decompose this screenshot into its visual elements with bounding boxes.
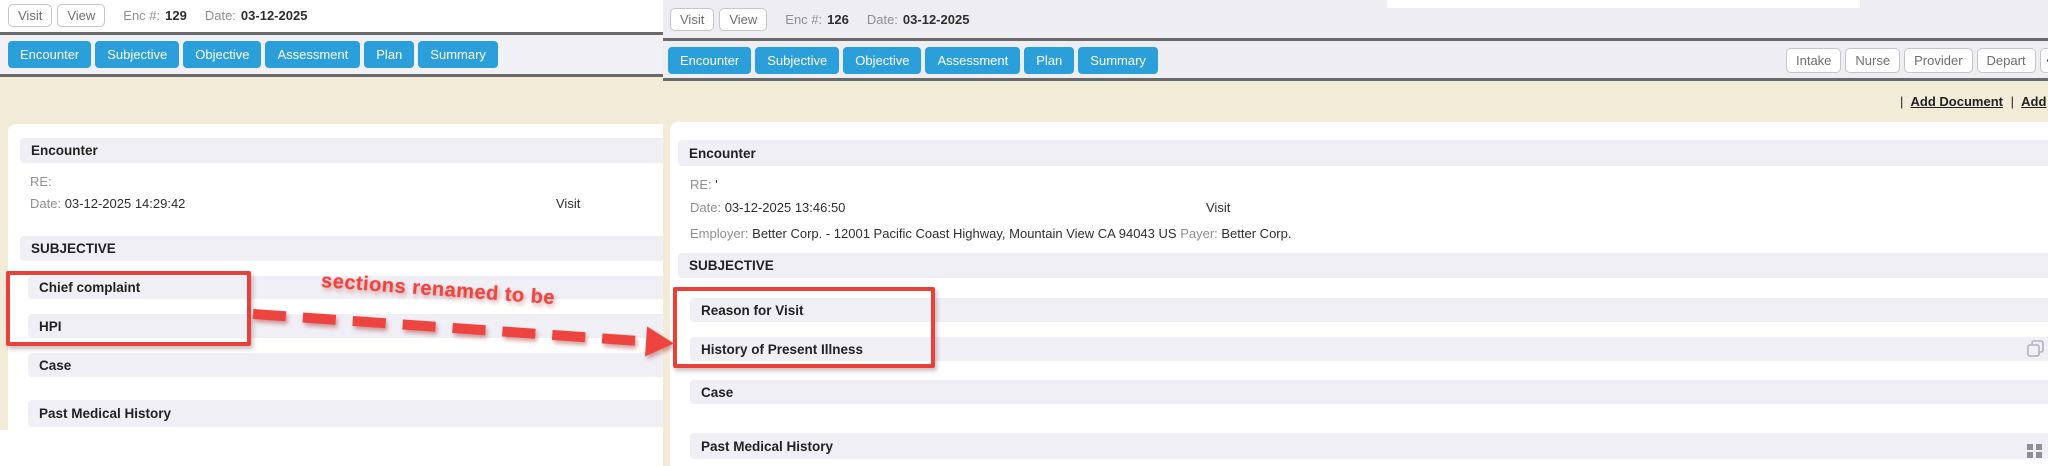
tab-intake[interactable]: Intake (1786, 48, 1841, 73)
date-value: 03-12-2025 13:46:50 (725, 200, 846, 215)
enc-date-value: 03-12-2025 (241, 8, 308, 23)
comparison-screenshot: Visit View Enc #: 129 Date: 03-12-2025 E… (0, 0, 2048, 466)
tab-encounter[interactable]: Encounter (668, 47, 751, 74)
tab-assessment[interactable]: Assessment (265, 41, 360, 68)
re-value: ' (715, 177, 717, 192)
visit-button[interactable]: Visit (670, 8, 714, 31)
arrow-head-icon (645, 327, 675, 359)
section-label: Case (39, 358, 71, 373)
section-label: SUBJECTIVE (31, 241, 116, 256)
link-separator: | (2011, 94, 2014, 109)
section-label: Past Medical History (701, 439, 833, 454)
view-button[interactable]: View (719, 8, 767, 31)
left-divider-top (0, 32, 663, 35)
tab-subjective[interactable]: Subjective (95, 41, 179, 68)
encounter-category: Visit (1206, 200, 1230, 215)
right-divider-top (663, 38, 2048, 41)
tab-summary[interactable]: Summary (1078, 47, 1158, 74)
section-label: Encounter (31, 143, 98, 158)
background-window-edge (1387, 0, 1860, 8)
tab-plan[interactable]: Plan (364, 41, 414, 68)
enc-number-label: Enc #: (785, 12, 822, 27)
add-link[interactable]: Add (2021, 94, 2046, 109)
link-separator: | (1900, 94, 1903, 109)
section-label: Encounter (689, 146, 756, 161)
drag-handle-grid-icon[interactable] (2027, 444, 2042, 458)
copy-icon[interactable] (2027, 340, 2045, 357)
enc-number-label: Enc #: (123, 8, 160, 23)
tab-encounter[interactable]: Encounter (8, 41, 91, 68)
tab-subjective[interactable]: Subjective (755, 47, 839, 74)
employer-value: Better Corp. - 12001 Pacific Coast Highw… (752, 226, 1176, 241)
tab-objective[interactable]: Objective (183, 41, 261, 68)
visit-button[interactable]: Visit (8, 4, 52, 27)
tab-nurse[interactable]: Nurse (1845, 48, 1900, 73)
section-label: SUBJECTIVE (689, 258, 774, 273)
highlight-box-old-sections (6, 271, 251, 346)
tab-provider[interactable]: Provider (1904, 48, 1972, 73)
tab-summary[interactable]: Summary (418, 41, 498, 68)
enc-date-label: Date: (867, 12, 898, 27)
highlight-box-new-sections (673, 287, 935, 368)
re-label: RE: (30, 174, 52, 189)
date-label: Date: (30, 196, 61, 211)
tab-assessment[interactable]: Assessment (925, 47, 1020, 74)
section-label: Case (701, 385, 733, 400)
section-bar-past-medical-history[interactable]: Past Medical History (28, 400, 674, 427)
tab-depart[interactable]: Depart (1977, 48, 2036, 73)
date-label: Date: (690, 200, 721, 215)
section-bar-subjective[interactable]: SUBJECTIVE (20, 236, 674, 261)
enc-number-value: 126 (827, 12, 849, 27)
section-bar-encounter[interactable]: Encounter (20, 138, 674, 163)
enc-number-value: 129 (165, 8, 187, 23)
date-value: 03-12-2025 14:29:42 (65, 196, 186, 211)
section-bar-subjective[interactable]: SUBJECTIVE (678, 253, 2048, 278)
section-bar-case[interactable]: Case (28, 353, 674, 377)
payer-label: Payer: (1180, 226, 1218, 241)
encounter-category: Visit (556, 196, 580, 211)
tab-plan[interactable]: Plan (1024, 47, 1074, 74)
view-button[interactable]: View (57, 4, 105, 27)
employer-label: Employer: (690, 226, 749, 241)
enc-date-value: 03-12-2025 (903, 12, 970, 27)
eye-toggle-button[interactable] (2040, 48, 2048, 73)
tab-objective[interactable]: Objective (843, 47, 921, 74)
document-links: | Add Document | Add (1896, 94, 2046, 109)
re-label: RE: (690, 177, 712, 192)
add-document-link[interactable]: Add Document (1911, 94, 2003, 109)
section-bar-encounter[interactable]: Encounter (678, 140, 2048, 166)
section-label: Past Medical History (39, 406, 171, 421)
left-margin-patch (0, 430, 8, 466)
payer-value: Better Corp. (1221, 226, 1291, 241)
section-bar-case[interactable]: Case (690, 380, 2048, 404)
section-bar-past-medical-history[interactable]: Past Medical History (690, 433, 2048, 459)
enc-date-label: Date: (205, 8, 236, 23)
